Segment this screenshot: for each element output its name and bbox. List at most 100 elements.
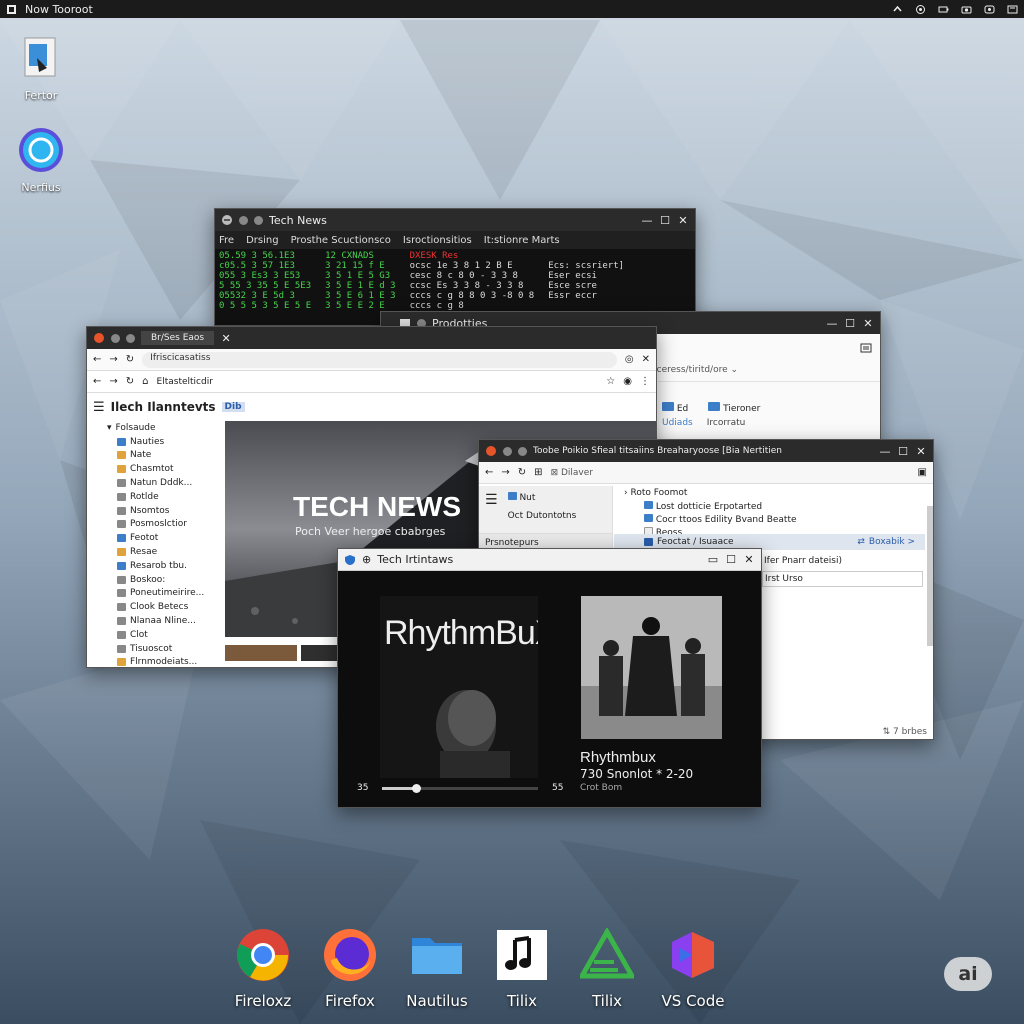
- folder-item[interactable]: Tieroner: [708, 402, 760, 414]
- settings-icon[interactable]: ◎: [625, 354, 634, 365]
- window-dot-icon[interactable]: [126, 333, 135, 343]
- back-icon[interactable]: ←: [93, 354, 101, 365]
- dock-item-chrome[interactable]: Fireloxz: [228, 928, 298, 1010]
- dock-item-firefox[interactable]: Firefox: [315, 928, 385, 1010]
- browser-titlebar[interactable]: Br/Ses Eaos ✕: [87, 327, 656, 349]
- tree-item[interactable]: Nate: [107, 449, 225, 463]
- maximize-icon[interactable]: ☐: [844, 317, 856, 330]
- desktop-icon-fertor[interactable]: Fertor: [6, 34, 76, 102]
- forward-icon[interactable]: →: [501, 467, 509, 478]
- tree-item[interactable]: Posmoslctior: [107, 518, 225, 532]
- menu-item[interactable]: It:stionre Marts: [484, 235, 560, 246]
- close-icon[interactable]: ✕: [862, 317, 874, 330]
- forward-icon[interactable]: →: [109, 354, 117, 365]
- camera-icon[interactable]: [961, 4, 972, 15]
- minimize-icon[interactable]: —: [641, 214, 653, 227]
- terminal-window[interactable]: Tech News — ☐ ✕ Fre Drsing Prosthe Scuct…: [214, 208, 696, 326]
- window-dot-icon[interactable]: [111, 333, 120, 343]
- forward-icon[interactable]: →: [109, 376, 117, 387]
- folder-item[interactable]: Ed: [662, 402, 688, 414]
- list-row[interactable]: Cocr ttoos Edility Bvand Beatte: [624, 514, 923, 527]
- close-icon[interactable]: ✕: [743, 553, 755, 566]
- tree-item[interactable]: Clook Betecs: [107, 600, 225, 614]
- minimize-icon[interactable]: ▭: [707, 553, 719, 566]
- dock-item-nautilus[interactable]: Nautilus: [402, 928, 472, 1010]
- window-dot-icon[interactable]: [518, 446, 527, 456]
- hamburger-icon[interactable]: ☰: [93, 400, 105, 415]
- maximize-icon[interactable]: ☐: [897, 445, 909, 458]
- dock-item-music[interactable]: Tilix: [487, 928, 557, 1010]
- tree-item[interactable]: ▾ Folsaude: [107, 421, 225, 435]
- files-path[interactable]: ⊠ Dilaver: [551, 468, 910, 478]
- reload-icon[interactable]: ↻: [518, 467, 526, 478]
- window-dot-icon[interactable]: [239, 215, 248, 225]
- desktop-icon-nerfius[interactable]: Nerfius: [6, 126, 76, 194]
- tree-item[interactable]: Chasmtot: [107, 462, 225, 476]
- detail-field[interactable]: Irst Urso: [762, 571, 923, 587]
- files-back-path[interactable]: Iceress/tiritd/ore: [654, 365, 728, 375]
- row-action[interactable]: Boxabik >: [869, 537, 915, 547]
- star-icon[interactable]: ☆: [606, 376, 615, 387]
- tree-item[interactable]: Poneutimeirire...: [107, 587, 225, 601]
- bookmark-link[interactable]: Eltastelticdir: [157, 377, 599, 387]
- back-icon[interactable]: ←: [485, 467, 493, 478]
- menu-item[interactable]: Fre: [219, 235, 234, 246]
- tree-item[interactable]: Flrnmodeiats...: [107, 656, 225, 667]
- thumbnail-image[interactable]: [225, 645, 297, 661]
- tree-item[interactable]: Nlanaa Nline...: [107, 614, 225, 628]
- kebab-menu-icon[interactable]: ⋮: [640, 376, 650, 387]
- dock-item-vscode[interactable]: VS Code: [658, 928, 728, 1010]
- reload-icon[interactable]: ↻: [126, 376, 134, 387]
- scrollbar[interactable]: [927, 506, 933, 646]
- pin-icon[interactable]: ⊕: [362, 553, 371, 566]
- files-front-titlebar[interactable]: Toobe Poikio Sfieal titsaiins Breaharyoo…: [479, 440, 933, 462]
- user-icon[interactable]: [984, 4, 995, 15]
- tree-item[interactable]: Tisuoscot: [107, 642, 225, 656]
- list-row[interactable]: › Roto Foomot: [624, 488, 923, 501]
- file-label[interactable]: Udiads: [662, 418, 693, 428]
- menu-item[interactable]: Isroctionsitios: [403, 235, 472, 246]
- dock-item-tilix[interactable]: Tilix: [572, 926, 642, 1010]
- window-dot-icon[interactable]: [254, 215, 263, 225]
- tree-item[interactable]: Resae: [107, 545, 225, 559]
- home-icon[interactable]: ⌂: [142, 376, 148, 387]
- grid-icon[interactable]: ⊞: [534, 467, 542, 478]
- power-icon[interactable]: [1007, 4, 1018, 15]
- url-input[interactable]: Ifriscicasatiss: [142, 351, 617, 368]
- tree-item[interactable]: Nauties: [107, 435, 225, 449]
- top-panel-title[interactable]: Now Tooroot: [25, 3, 93, 16]
- chevron-down-icon[interactable]: ⌄: [731, 365, 739, 375]
- list-row[interactable]: Lost dotticie Erpotarted: [624, 501, 923, 514]
- share-icon[interactable]: ⇄: [857, 537, 865, 547]
- music-titlebar[interactable]: ⊕ Tech Irtintaws ▭ ☐ ✕: [338, 549, 761, 571]
- wifi-icon[interactable]: [915, 4, 926, 15]
- file-label[interactable]: Ircorratu: [707, 418, 746, 428]
- reload-icon[interactable]: ↻: [126, 354, 134, 365]
- close-icon[interactable]: ✕: [642, 354, 650, 365]
- back-icon[interactable]: ←: [93, 376, 101, 387]
- sidebar-item[interactable]: Oct Dutontotns: [508, 511, 577, 521]
- minimize-icon[interactable]: —: [879, 445, 891, 458]
- tree-item[interactable]: Nsomtos: [107, 504, 225, 518]
- maximize-icon[interactable]: ☐: [659, 214, 671, 227]
- thumbnail-image[interactable]: [301, 645, 337, 661]
- close-icon[interactable]: ✕: [677, 214, 689, 227]
- menu-icon[interactable]: ▣: [918, 467, 927, 478]
- activities-icon[interactable]: [6, 4, 17, 15]
- tree-item[interactable]: Clot: [107, 628, 225, 642]
- browser-tab[interactable]: Br/Ses Eaos: [141, 331, 215, 345]
- album-cover-left[interactable]: RhythmBuX: [380, 596, 538, 778]
- close-icon[interactable]: ✕: [915, 445, 927, 458]
- list-view-icon[interactable]: ☰: [485, 492, 498, 508]
- tab-close-icon[interactable]: ✕: [220, 332, 232, 345]
- battery-icon[interactable]: [938, 4, 949, 15]
- site-title[interactable]: Ilech Ilanntevts: [111, 400, 216, 414]
- sidebar-item[interactable]: Nut: [507, 492, 577, 503]
- progress-knob[interactable]: [412, 784, 422, 793]
- tree-item[interactable]: Boskoo:: [107, 573, 225, 587]
- window-dot-icon[interactable]: [503, 446, 512, 456]
- tree-item[interactable]: Rotlde: [107, 490, 225, 504]
- menu-item[interactable]: Drsing: [246, 235, 279, 246]
- menu-item[interactable]: Prosthe Scuctionsco: [291, 235, 391, 246]
- music-player-window[interactable]: ⊕ Tech Irtintaws ▭ ☐ ✕ RhythmBuX Rhythmb…: [337, 548, 762, 808]
